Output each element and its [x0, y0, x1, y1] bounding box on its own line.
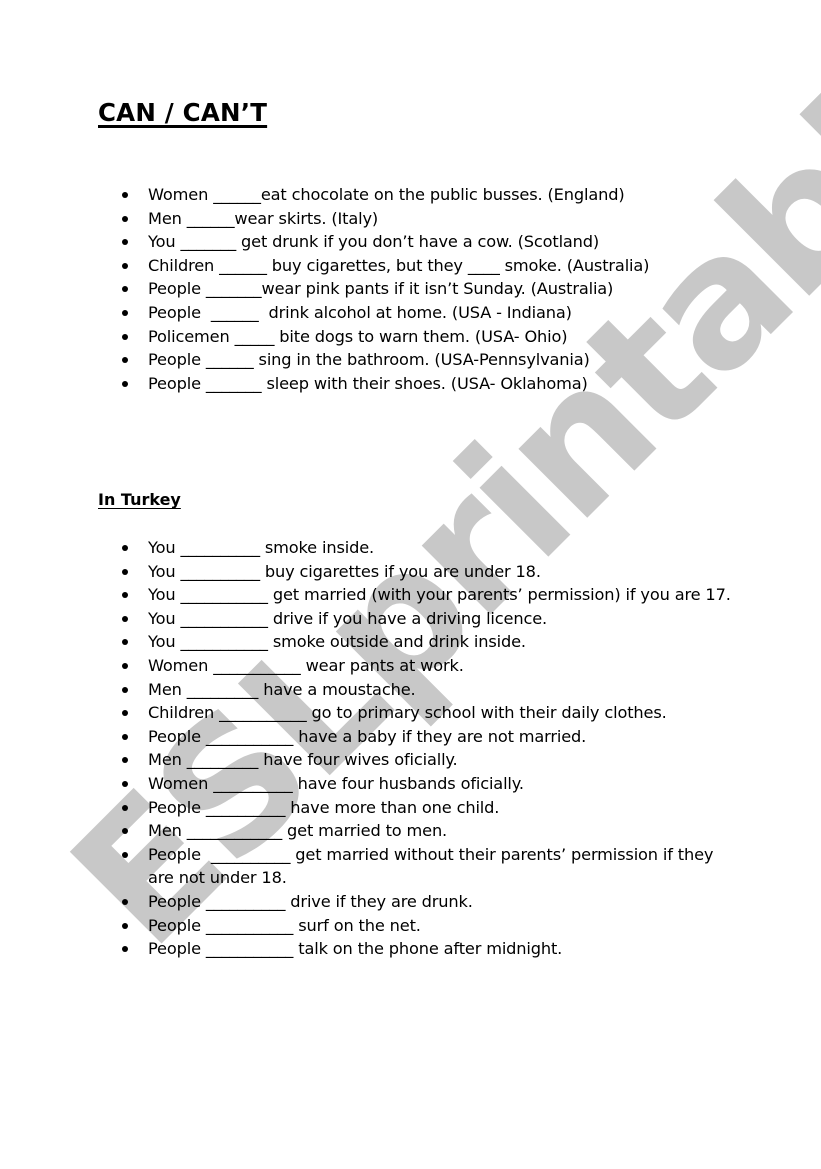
bullet-icon	[122, 780, 128, 787]
list-item: People ___________ have a baby if they a…	[0, 725, 740, 749]
bullet-icon	[122, 286, 128, 293]
bullet-icon	[122, 898, 128, 905]
bullet-icon	[122, 239, 128, 246]
bullet-icon	[122, 357, 128, 364]
list-item: Women ___________ wear pants at work.	[0, 654, 740, 678]
bullet-icon	[122, 215, 128, 222]
list-item: Policemen _____ bite dogs to warn them. …	[0, 325, 740, 349]
sentence-text: Children ______ buy cigarettes, but they…	[148, 255, 650, 275]
sentence-text: Men ____________ get married to men.	[148, 821, 448, 841]
sentence-text: You ___________ get married (with your p…	[148, 585, 731, 605]
sentence-text: People ______ sing in the bathroom. (USA…	[148, 350, 590, 370]
section-heading-turkey: In Turkey	[98, 490, 181, 509]
sentence-text: You ___________ smoke outside and drink …	[148, 632, 526, 652]
laws-list-world: Women ______eat chocolate on the public …	[0, 183, 740, 395]
sentence-text: People __________ get married without th…	[148, 844, 719, 888]
list-item: People ______ sing in the bathroom. (USA…	[0, 348, 740, 372]
sentence-text: People ______ drink alcohol at home. (US…	[148, 302, 572, 322]
list-item: People _______ sleep with their shoes. (…	[0, 372, 740, 396]
list-item: Women __________ have four husbands ofic…	[0, 772, 740, 796]
sentence-text: Men ______wear skirts. (Italy)	[148, 208, 379, 228]
list-item: Men _________ have four wives oficially.	[0, 748, 740, 772]
sentence-text: People _______ sleep with their shoes. (…	[148, 373, 588, 393]
sentence-text: Women ______eat chocolate on the public …	[148, 185, 625, 204]
list-item: Children ___________ go to primary schoo…	[0, 701, 740, 725]
list-item: Men ____________ get married to men.	[0, 819, 740, 843]
bullet-icon	[122, 545, 128, 551]
list-item: People _______wear pink pants if it isn’…	[0, 277, 740, 301]
list-item: People ___________ surf on the net.	[0, 914, 740, 938]
list-item: People ___________ talk on the phone aft…	[0, 937, 740, 961]
sentence-text: You __________ smoke inside.	[148, 538, 375, 557]
sentence-text: People __________ drive if they are drun…	[148, 891, 473, 911]
sentence-text: Women ___________ wear pants at work.	[148, 655, 464, 675]
bullet-icon	[122, 804, 128, 811]
bullet-icon	[122, 922, 128, 929]
page-title: CAN / CAN’T	[98, 98, 268, 127]
list-item: Men ______wear skirts. (Italy)	[0, 207, 740, 231]
list-item: People __________ have more than one chi…	[0, 796, 740, 820]
list-item: You __________ smoke inside.	[0, 536, 740, 560]
bullet-icon	[122, 639, 128, 646]
sentence-text: You _______ get drunk if you don’t have …	[148, 232, 600, 252]
bullet-icon	[122, 851, 128, 858]
bullet-icon	[122, 662, 128, 669]
sentence-text: Children ___________ go to primary schoo…	[148, 703, 667, 723]
bullet-icon	[122, 828, 128, 835]
sentence-text: Women __________ have four husbands ofic…	[148, 773, 524, 793]
sentence-text: People ___________ have a baby if they a…	[148, 726, 587, 746]
sentence-text: People ___________ talk on the phone aft…	[148, 939, 563, 959]
sentence-text: People __________ have more than one chi…	[148, 797, 500, 817]
bullet-icon	[122, 757, 128, 764]
bullet-icon	[122, 946, 128, 953]
list-item: People __________ get married without th…	[0, 843, 740, 890]
bullet-icon	[122, 333, 128, 340]
bullet-icon	[122, 592, 128, 599]
sentence-text: You ___________ drive if you have a driv…	[148, 608, 547, 628]
laws-list-turkey: You __________ smoke inside. You ________…	[0, 536, 740, 961]
list-item: You _______ get drunk if you don’t have …	[0, 230, 740, 254]
sentence-text: People ___________ surf on the net.	[148, 915, 421, 935]
list-item: You ___________ smoke outside and drink …	[0, 630, 740, 654]
sentence-text: People _______wear pink pants if it isn’…	[148, 279, 614, 299]
list-item: Children ______ buy cigarettes, but they…	[0, 254, 740, 278]
bullet-icon	[122, 686, 128, 693]
sentence-text: Policemen _____ bite dogs to warn them. …	[148, 326, 568, 346]
bullet-icon	[122, 192, 128, 198]
list-item: People __________ drive if they are drun…	[0, 890, 740, 914]
list-item: Women ______eat chocolate on the public …	[0, 183, 740, 207]
bullet-icon	[122, 710, 128, 717]
bullet-icon	[122, 309, 128, 316]
sentence-text: Men _________ have four wives oficially.	[148, 750, 458, 770]
list-item: People ______ drink alcohol at home. (US…	[0, 301, 740, 325]
list-item: You ___________ get married (with your p…	[0, 583, 740, 607]
sentence-text: You __________ buy cigarettes if you are…	[148, 561, 541, 581]
sentence-text: Men _________ have a moustache.	[148, 679, 416, 699]
list-item: Men _________ have a moustache.	[0, 678, 740, 702]
bullet-icon	[122, 262, 128, 269]
list-item: You __________ buy cigarettes if you are…	[0, 560, 740, 584]
bullet-icon	[122, 568, 128, 575]
list-item: You ___________ drive if you have a driv…	[0, 607, 740, 631]
bullet-icon	[122, 615, 128, 622]
bullet-icon	[122, 733, 128, 740]
bullet-icon	[122, 380, 128, 387]
